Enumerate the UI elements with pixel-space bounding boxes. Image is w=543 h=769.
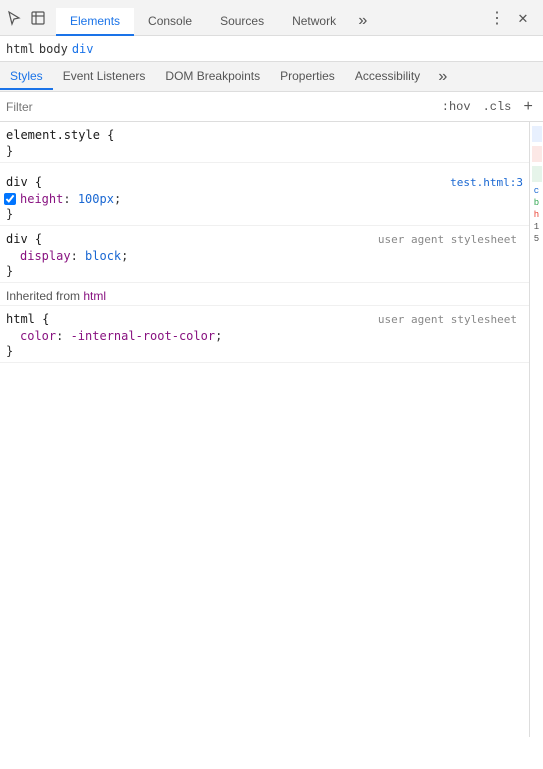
close-devtools-button[interactable]: ✕: [511, 6, 535, 30]
html-useragent-close: }: [0, 344, 543, 358]
rule-div-user-header: div { test.html:3: [0, 173, 543, 191]
rule-div-height-property: height : 100px ;: [0, 191, 543, 207]
filter-hov-button[interactable]: :hov: [438, 98, 475, 116]
right-panel-item-5[interactable]: 5: [534, 234, 539, 244]
breadcrumb: html body div: [0, 36, 543, 62]
inspect-icon[interactable]: [28, 8, 48, 28]
rule-div-useragent-header: div { user agent stylesheet: [0, 230, 543, 248]
devtools-toolbar: Elements Console Sources Network » ⋮ ✕: [0, 0, 543, 36]
div-useragent-source: user agent stylesheet: [378, 233, 523, 246]
element-style-close: }: [0, 144, 543, 158]
toolbar-icons: [4, 8, 48, 28]
subtab-dom-breakpoints[interactable]: DOM Breakpoints: [155, 64, 270, 90]
filter-plus-button[interactable]: +: [519, 96, 537, 118]
main-tabs: Elements Console Sources Network »: [56, 0, 485, 36]
rule-div-user: div { test.html:3 height : 100px ; } ⋮: [0, 169, 543, 226]
filter-input[interactable]: [6, 100, 434, 114]
color-prop-value[interactable]: -internal-root-color: [71, 329, 216, 343]
rule-element-style: element.style { }: [0, 122, 543, 163]
inherited-tag[interactable]: html: [83, 289, 106, 303]
display-prop-value[interactable]: block: [85, 249, 121, 263]
tab-sources[interactable]: Sources: [206, 8, 278, 36]
tab-more-button[interactable]: »: [350, 6, 376, 36]
height-prop-name: height: [20, 192, 63, 206]
element-style-selector: element.style {: [6, 128, 114, 142]
height-prop-colon: :: [63, 192, 77, 206]
rule-html-useragent-header: html { user agent stylesheet: [0, 310, 543, 328]
height-prop-checkbox[interactable]: [4, 193, 16, 205]
tab-elements[interactable]: Elements: [56, 8, 134, 36]
display-prop-colon: :: [71, 249, 85, 263]
cursor-icon[interactable]: [4, 8, 24, 28]
filter-cls-button[interactable]: .cls: [479, 98, 516, 116]
right-panel-item-c[interactable]: c: [534, 186, 539, 196]
tab-actions: ⋮ ✕: [485, 6, 539, 30]
subtab-event-listeners[interactable]: Event Listeners: [53, 64, 156, 90]
html-useragent-selector: html {: [6, 312, 49, 326]
filter-row: :hov .cls +: [0, 92, 543, 122]
right-panel-item-b[interactable]: b: [534, 198, 539, 208]
color-prop-colon: :: [56, 329, 70, 343]
div-useragent-selector: div {: [6, 232, 42, 246]
right-panel-block-1: [532, 126, 542, 142]
tab-console[interactable]: Console: [134, 8, 206, 36]
subtabs-row: Styles Event Listeners DOM Breakpoints P…: [0, 62, 543, 92]
right-panel: c b h 1 5: [529, 122, 543, 737]
right-panel-block-2: [532, 146, 542, 162]
right-panel-item-1[interactable]: 1: [534, 222, 539, 232]
subtab-accessibility[interactable]: Accessibility: [345, 64, 430, 90]
display-prop-semi: ;: [121, 249, 128, 263]
rule-element-style-header: element.style {: [0, 126, 543, 144]
div-user-selector: div {: [6, 175, 42, 189]
height-prop-semi: ;: [114, 192, 121, 206]
height-prop-value[interactable]: 100px: [78, 192, 114, 206]
rule-div-useragent: div { user agent stylesheet display : bl…: [0, 226, 543, 283]
subtab-properties[interactable]: Properties: [270, 64, 345, 90]
subtab-more-button[interactable]: »: [430, 63, 456, 91]
div-useragent-close: }: [0, 264, 543, 278]
breadcrumb-body[interactable]: body: [39, 42, 68, 56]
breadcrumb-div[interactable]: div: [72, 42, 94, 56]
rule-div-display-property: display : block ;: [0, 248, 543, 264]
inherited-section: Inherited from html: [0, 283, 543, 306]
kebab-menu-button[interactable]: ⋮: [485, 6, 509, 30]
subtab-styles[interactable]: Styles: [0, 64, 53, 90]
styles-panel: element.style { } div { test.html:3 heig…: [0, 122, 543, 737]
breadcrumb-html[interactable]: html: [6, 42, 35, 56]
div-user-close: }: [0, 207, 543, 221]
right-panel-block-3: [532, 166, 542, 182]
tab-network[interactable]: Network: [278, 8, 350, 36]
inherited-label: Inherited from: [6, 289, 83, 303]
color-prop-name: color: [20, 329, 56, 343]
rule-html-useragent: html { user agent stylesheet color : -in…: [0, 306, 543, 363]
div-user-source[interactable]: test.html:3: [450, 176, 523, 189]
html-useragent-source: user agent stylesheet: [378, 313, 523, 326]
color-prop-semi: ;: [215, 329, 222, 343]
display-prop-name: display: [20, 249, 71, 263]
rule-html-color-property: color : -internal-root-color ;: [0, 328, 543, 344]
right-panel-item-h[interactable]: h: [534, 210, 539, 220]
